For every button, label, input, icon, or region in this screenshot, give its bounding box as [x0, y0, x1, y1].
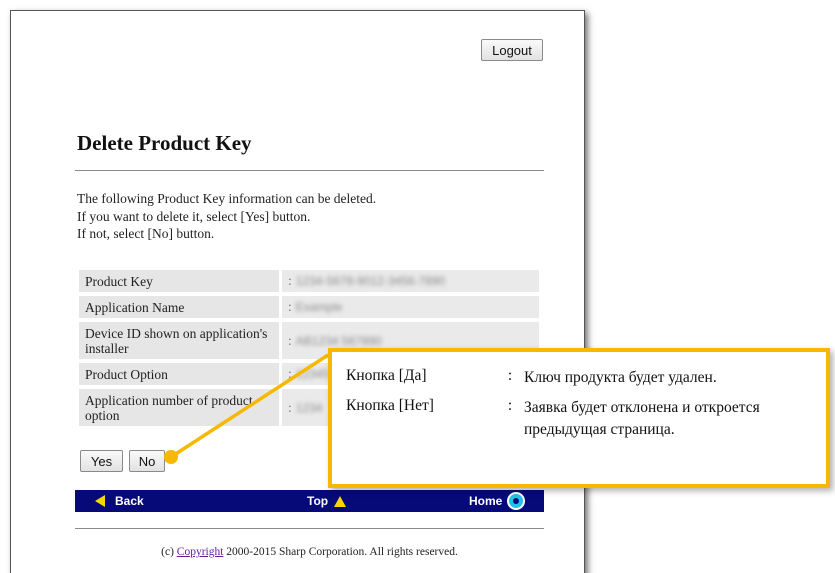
annotation-callout: Кнопка [Да] : Ключ продукта будет удален… — [328, 348, 830, 488]
callout-no-label: Кнопка [Нет] — [346, 397, 434, 414]
callout-yes-text: Ключ продукта будет удален. — [524, 369, 717, 386]
callout-row-yes: Кнопка [Да] : Ключ продукта будет удален… — [346, 367, 809, 389]
connector-dot — [164, 450, 178, 464]
callout-colon: : — [507, 397, 513, 414]
callout-row-no: Кнопка [Нет] : Заявка будет отклонена и … — [346, 397, 809, 441]
callout-yes-label: Кнопка [Да] — [346, 367, 427, 384]
callout-no-text: Заявка будет отклонена и откроется преды… — [524, 399, 760, 438]
connector-line — [170, 353, 329, 459]
callout-colon: : — [507, 367, 513, 384]
